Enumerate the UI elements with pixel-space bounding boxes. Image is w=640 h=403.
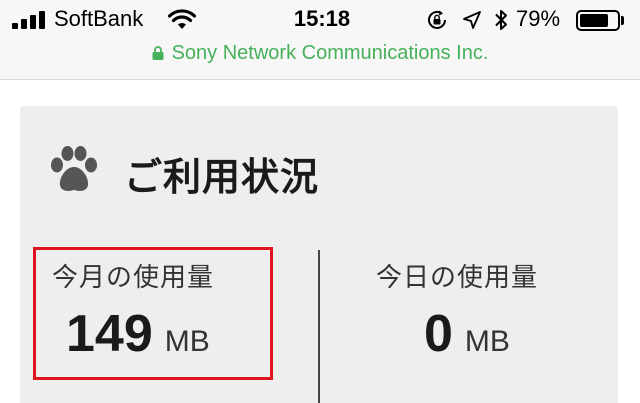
paw-icon (51, 146, 97, 191)
daily-usage-unit: MB (464, 325, 510, 358)
clock: 15:18 (293, 6, 351, 31)
battery-percent: 79% (516, 6, 561, 31)
lock-icon (152, 46, 164, 60)
signal-icon (12, 11, 52, 29)
rotation-lock-icon (428, 10, 446, 29)
location-icon (463, 11, 481, 29)
carrier-name: SoftBank (54, 6, 144, 31)
bluetooth-icon (495, 10, 507, 30)
daily-usage-number: 0 (424, 305, 453, 363)
stat-divider (318, 250, 320, 403)
status-bar: SoftBank 15:18 79% Sony Network Communic… (0, 0, 640, 80)
daily-usage-label: 今日の使用量 (376, 263, 539, 293)
wifi-icon (168, 9, 196, 29)
certificate-name: Sony Network Communications Inc. (171, 42, 489, 64)
daily-usage-value: 0 MB (424, 304, 510, 364)
card-title: ご利用状況 (124, 155, 320, 199)
battery-nub (621, 16, 624, 25)
battery-icon (576, 10, 620, 31)
battery-level-fill (580, 14, 609, 27)
monthly-usage-highlight (33, 247, 273, 380)
certificate-banner[interactable]: Sony Network Communications Inc. (0, 42, 640, 65)
